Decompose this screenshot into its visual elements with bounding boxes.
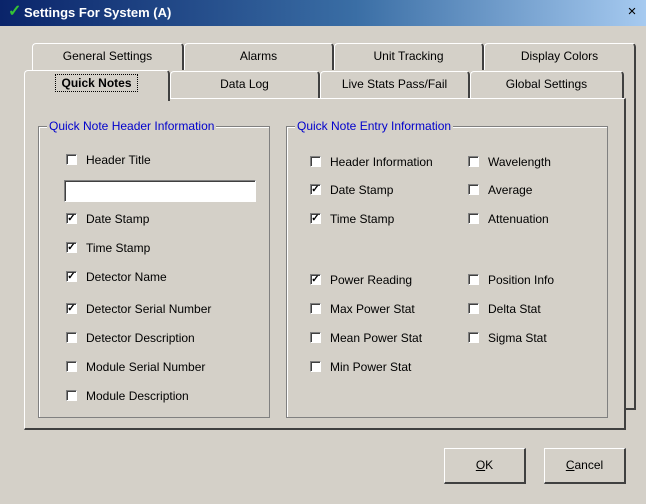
- checkbox-box[interactable]: ✓: [66, 271, 77, 282]
- window-title: Settings For System (A): [24, 5, 172, 20]
- tab-display-colors[interactable]: Display Colors: [484, 43, 636, 70]
- tab-label: Quick Notes: [55, 74, 138, 92]
- checkbox-label: Mean Power Stat: [330, 331, 423, 345]
- checkbox-box[interactable]: ✓: [310, 184, 321, 195]
- close-icon[interactable]: ×: [622, 2, 642, 22]
- ok-mnemonic: O: [475, 458, 486, 472]
- settings-dialog: ✓ Settings For System (A) × General Sett…: [0, 0, 646, 504]
- checkbox-label: Date Stamp: [86, 212, 150, 226]
- checkbox-label: Time Stamp: [330, 212, 395, 226]
- check-icon: ✓: [8, 3, 22, 20]
- checkbox-box[interactable]: ✓: [66, 242, 77, 253]
- checkbox-label: Module Description: [86, 389, 189, 403]
- checkbox-label: Wavelength: [488, 155, 551, 169]
- checkbox-box[interactable]: ✓: [310, 213, 321, 224]
- checkbox-box[interactable]: [468, 184, 479, 195]
- checkbox-box[interactable]: [310, 156, 321, 167]
- checkbox-label: Date Stamp: [330, 183, 394, 197]
- tab-data-log[interactable]: Data Log: [170, 71, 320, 98]
- tab-label: Alarms: [239, 49, 278, 63]
- checkbox-box[interactable]: ✓: [66, 213, 77, 224]
- checkbox-label: Max Power Stat: [330, 302, 415, 316]
- checkbox-label: Attenuation: [488, 212, 549, 226]
- cancel-button[interactable]: Cancel: [544, 448, 626, 484]
- checkbox-label: Detector Name: [86, 270, 167, 284]
- checkbox-box[interactable]: [468, 303, 479, 314]
- checkbox-label: Min Power Stat: [330, 360, 412, 374]
- ok-label-rest: K: [485, 458, 494, 472]
- group-title: Quick Note Header Information: [47, 118, 217, 134]
- tab-unit-tracking[interactable]: Unit Tracking: [334, 43, 484, 70]
- checkbox-box[interactable]: ✓: [310, 274, 321, 285]
- checkbox-box[interactable]: [66, 361, 77, 372]
- tab-label: Unit Tracking: [373, 49, 444, 63]
- checkbox-box[interactable]: [310, 361, 321, 372]
- tab-label: Global Settings: [505, 77, 588, 91]
- checkbox-box[interactable]: [66, 332, 77, 343]
- tab-label: Live Stats Pass/Fail: [341, 77, 448, 91]
- checkbox-box[interactable]: [310, 332, 321, 343]
- group-title: Quick Note Entry Information: [295, 118, 454, 134]
- checkbox-box[interactable]: [310, 303, 321, 314]
- tab-live-stats-pass-fail[interactable]: Live Stats Pass/Fail: [320, 71, 470, 98]
- checkbox-label: Position Info: [488, 273, 555, 287]
- tab-general-settings[interactable]: General Settings: [32, 43, 184, 70]
- tab-quick-notes[interactable]: Quick Notes: [24, 70, 170, 101]
- header-title-input[interactable]: [64, 180, 256, 202]
- checkbox-label: Header Title: [86, 153, 151, 167]
- checkbox-label: Header Information: [330, 155, 433, 169]
- checkbox-box[interactable]: [66, 390, 77, 401]
- title-bar[interactable]: ✓ Settings For System (A) ×: [0, 0, 646, 26]
- tab-label: Data Log: [220, 77, 269, 91]
- checkbox-label: Average: [488, 183, 533, 197]
- checkbox-box[interactable]: [468, 274, 479, 285]
- checkbox-label: Sigma Stat: [488, 331, 547, 345]
- checkbox-label: Power Reading: [330, 273, 413, 287]
- checkbox-box[interactable]: [66, 154, 77, 165]
- tab-global-settings[interactable]: Global Settings: [470, 71, 624, 98]
- tab-alarms[interactable]: Alarms: [184, 43, 334, 70]
- tab-label: General Settings: [62, 49, 153, 63]
- tab-label: Display Colors: [520, 49, 599, 63]
- checkbox-label: Detector Description: [86, 331, 195, 345]
- checkbox-label: Module Serial Number: [86, 360, 206, 374]
- checkbox-box[interactable]: [468, 213, 479, 224]
- checkbox-label: Time Stamp: [86, 241, 151, 255]
- checkbox-box[interactable]: ✓: [66, 303, 77, 314]
- cancel-label-rest: ancel: [574, 458, 604, 472]
- checkbox-box[interactable]: [468, 332, 479, 343]
- ok-button[interactable]: OK: [444, 448, 526, 484]
- checkbox-label: Detector Serial Number: [86, 302, 212, 316]
- checkbox-label: Delta Stat: [488, 302, 541, 316]
- checkbox-box[interactable]: [468, 156, 479, 167]
